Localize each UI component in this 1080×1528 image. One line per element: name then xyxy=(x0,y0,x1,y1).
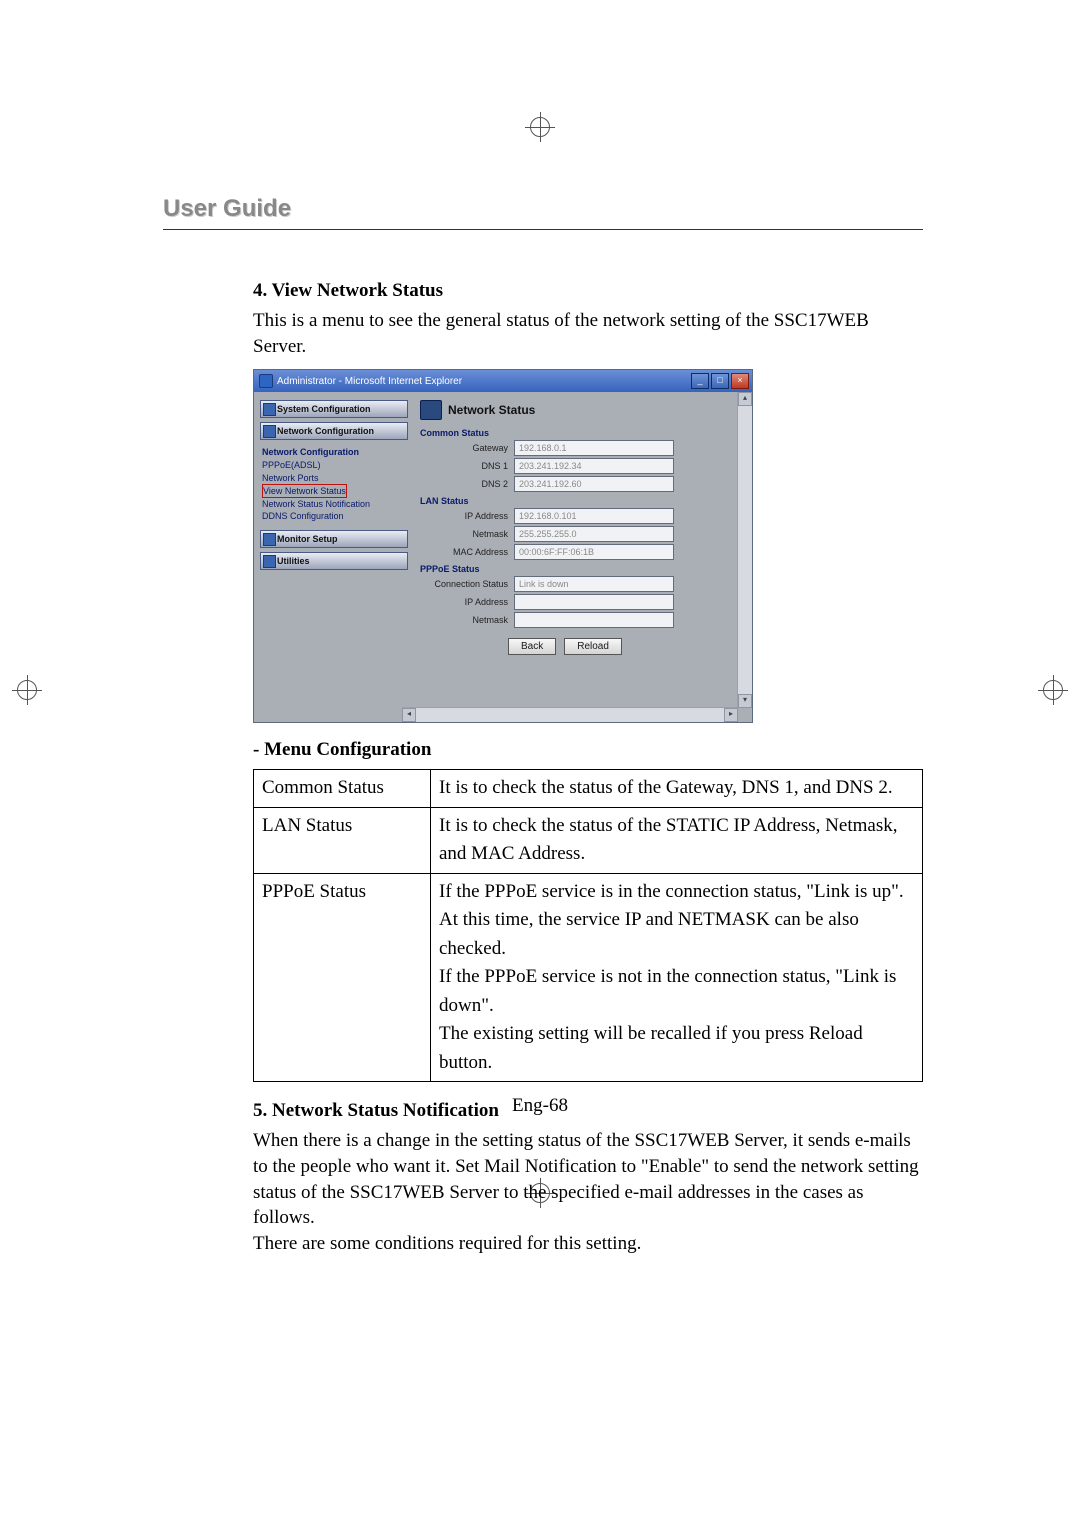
minimize-button[interactable]: _ xyxy=(691,373,709,389)
close-button[interactable]: × xyxy=(731,373,749,389)
section-5-body: When there is a change in the setting st… xyxy=(253,1128,923,1256)
scroll-right-icon[interactable]: ▸ xyxy=(724,708,738,722)
row-dns1: DNS 1 203.241.192.34 xyxy=(420,458,746,474)
subnav-item-pppoe[interactable]: PPPoE(ADSL) xyxy=(262,459,408,471)
panel-heading: Network Status xyxy=(420,400,746,420)
subnav-item-status-notification[interactable]: Network Status Notification xyxy=(262,498,408,510)
window-body: System Configuration Network Configurati… xyxy=(254,392,752,722)
label-dns2: DNS 2 xyxy=(420,479,514,489)
group-common-status: Common Status xyxy=(420,428,746,438)
value-pppoe-netmask xyxy=(514,612,674,628)
scroll-up-icon[interactable]: ▴ xyxy=(738,392,752,406)
subnav-item-view-network-status[interactable]: View Network Status xyxy=(262,484,347,498)
label-pppoe-ip: IP Address xyxy=(420,597,514,607)
nav-network-configuration[interactable]: Network Configuration xyxy=(260,422,408,440)
main-panel: Network Status Common Status Gateway 192… xyxy=(414,392,752,722)
label-dns1: DNS 1 xyxy=(420,461,514,471)
label-lan-mac: MAC Address xyxy=(420,547,514,557)
back-button[interactable]: Back xyxy=(508,638,556,655)
cfg-key-pppoe: PPPoE Status xyxy=(254,873,431,1082)
cfg-key-common: Common Status xyxy=(254,770,431,808)
nav-system-configuration[interactable]: System Configuration xyxy=(260,400,408,418)
row-lan-netmask: Netmask 255.255.255.0 xyxy=(420,526,746,542)
nav-label: Utilities xyxy=(277,556,310,566)
scroll-down-icon[interactable]: ▾ xyxy=(738,694,752,708)
value-gateway: 192.168.0.1 xyxy=(514,440,674,456)
network-subnav: Network Configuration PPPoE(ADSL) Networ… xyxy=(260,444,408,526)
cfg-val-pppoe: If the PPPoE service is in the connectio… xyxy=(431,873,923,1082)
scroll-left-icon[interactable]: ◂ xyxy=(402,708,416,722)
value-lan-netmask: 255.255.255.0 xyxy=(514,526,674,542)
nav-label: System Configuration xyxy=(277,404,371,414)
row-lan-mac: MAC Address 00:00:6F:FF:06:1B xyxy=(420,544,746,560)
panel-title: Network Status xyxy=(448,403,535,417)
cfg-val-lan: It is to check the status of the STATIC … xyxy=(431,807,923,873)
subnav-item-ddns[interactable]: DDNS Configuration xyxy=(262,510,408,522)
label-lan-ip: IP Address xyxy=(420,511,514,521)
table-row: LAN Status It is to check the status of … xyxy=(254,807,923,873)
row-pppoe-netmask: Netmask xyxy=(420,612,746,628)
button-row: Back Reload xyxy=(508,638,746,655)
group-pppoe-status: PPPoE Status xyxy=(420,564,746,574)
cfg-key-lan: LAN Status xyxy=(254,807,431,873)
network-status-icon xyxy=(420,400,442,420)
row-gateway: Gateway 192.168.0.1 xyxy=(420,440,746,456)
table-row: Common Status It is to check the status … xyxy=(254,770,923,808)
horizontal-scrollbar[interactable]: ◂ ▸ xyxy=(402,707,738,722)
vertical-scrollbar[interactable]: ▴ ▾ xyxy=(737,392,752,708)
config-table: Common Status It is to check the status … xyxy=(253,769,923,1082)
nav-label: Network Configuration xyxy=(277,426,374,436)
nav-utilities[interactable]: Utilities xyxy=(260,552,408,570)
value-lan-ip: 192.168.0.101 xyxy=(514,508,674,524)
utilities-icon xyxy=(263,555,276,568)
label-pppoe-netmask: Netmask xyxy=(420,615,514,625)
row-pppoe-ip: IP Address xyxy=(420,594,746,610)
network-status-screenshot: Administrator - Microsoft Internet Explo… xyxy=(253,369,753,723)
label-lan-netmask: Netmask xyxy=(420,529,514,539)
maximize-button[interactable]: □ xyxy=(711,373,729,389)
label-pppoe-conn: Connection Status xyxy=(420,579,514,589)
section-4-body: This is a menu to see the general status… xyxy=(253,308,923,359)
sidebar: System Configuration Network Configurati… xyxy=(254,392,414,722)
group-lan-status: LAN Status xyxy=(420,496,746,506)
nav-label: Monitor Setup xyxy=(277,534,338,544)
value-pppoe-conn: Link is down xyxy=(514,576,674,592)
user-guide-header: User Guide xyxy=(163,195,923,223)
network-icon xyxy=(263,425,276,438)
value-pppoe-ip xyxy=(514,594,674,610)
value-dns2: 203.241.192.60 xyxy=(514,476,674,492)
subnav-item-network-ports[interactable]: Network Ports xyxy=(262,472,408,484)
nav-monitor-setup[interactable]: Monitor Setup xyxy=(260,530,408,548)
value-dns1: 203.241.192.34 xyxy=(514,458,674,474)
window-title: Administrator - Microsoft Internet Explo… xyxy=(277,376,462,387)
config-icon xyxy=(263,403,276,416)
label-gateway: Gateway xyxy=(420,443,514,453)
table-row: PPPoE Status If the PPPoE service is in … xyxy=(254,873,923,1082)
subnav-header: Network Configuration xyxy=(262,446,408,458)
menu-config-heading: - Menu Configuration xyxy=(253,739,923,761)
page-number: Eng-68 xyxy=(0,1095,1080,1117)
header-rule xyxy=(163,229,923,230)
row-lan-ip: IP Address 192.168.0.101 xyxy=(420,508,746,524)
row-pppoe-conn: Connection Status Link is down xyxy=(420,576,746,592)
section-4-title: 4. View Network Status xyxy=(253,280,923,302)
ie-icon xyxy=(259,374,273,388)
row-dns2: DNS 2 203.241.192.60 xyxy=(420,476,746,492)
cfg-val-common: It is to check the status of the Gateway… xyxy=(431,770,923,808)
monitor-icon xyxy=(263,533,276,546)
value-lan-mac: 00:00:6F:FF:06:1B xyxy=(514,544,674,560)
reload-button[interactable]: Reload xyxy=(564,638,622,655)
window-titlebar: Administrator - Microsoft Internet Explo… xyxy=(254,370,752,392)
